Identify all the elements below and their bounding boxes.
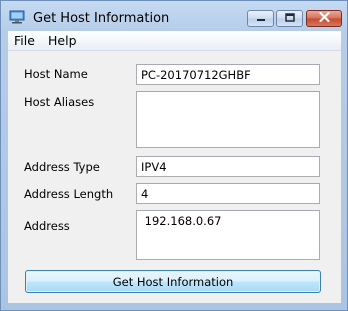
minimize-icon	[256, 12, 266, 25]
menu-file[interactable]: File	[14, 33, 35, 48]
maximize-icon	[284, 12, 295, 25]
address-type-label: Address Type	[24, 160, 100, 174]
address-field[interactable]: 192.168.0.67	[136, 210, 320, 260]
address-length-label: Address Length	[24, 187, 114, 201]
menu-help[interactable]: Help	[48, 33, 77, 48]
host-aliases-label: Host Aliases	[24, 95, 95, 109]
window-title: Get Host Information	[33, 11, 170, 26]
address-type-field[interactable]: IPV4	[136, 156, 320, 177]
close-icon	[318, 11, 330, 25]
monitor-icon	[9, 10, 25, 24]
address-label: Address	[24, 219, 70, 233]
host-name-field[interactable]: PC-20170712GHBF	[136, 64, 320, 85]
close-button[interactable]	[306, 10, 342, 27]
host-aliases-field[interactable]	[136, 91, 320, 148]
menu-bar: File Help	[8, 31, 341, 51]
title-bar[interactable]: Get Host Information	[1, 1, 347, 31]
address-length-field[interactable]: 4	[136, 183, 320, 204]
minimize-button[interactable]	[247, 10, 274, 27]
host-name-label: Host Name	[24, 67, 88, 81]
get-host-information-button[interactable]: Get Host Information	[25, 270, 321, 293]
form-panel: Host Name PC-20170712GHBF Host Aliases A…	[8, 51, 341, 303]
app-window: Get Host Information File Help Host Name…	[0, 0, 348, 311]
maximize-button[interactable]	[276, 10, 303, 27]
